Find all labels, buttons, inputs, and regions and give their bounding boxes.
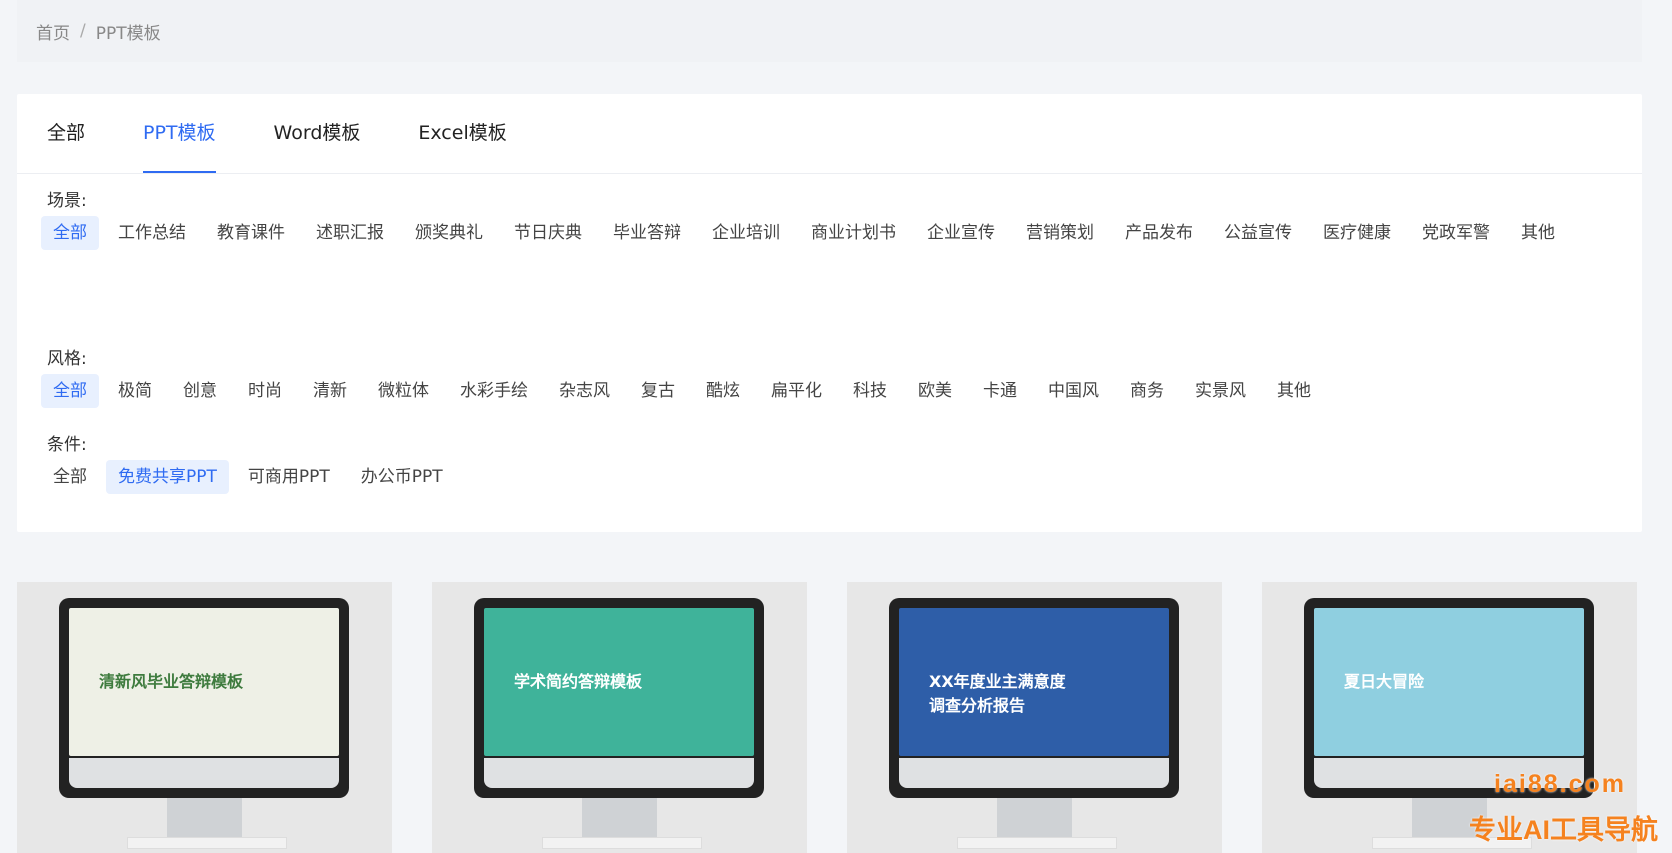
tab-word[interactable]: Word模板 [274,93,361,173]
style-filter-label: 风格: [47,349,87,369]
style-option[interactable]: 实景风 [1183,374,1258,408]
monitor-chin [899,758,1169,788]
style-option[interactable]: 水彩手绘 [448,374,540,408]
template-card[interactable]: 清新风毕业答辩模板 [17,582,392,853]
template-card-list: 清新风毕业答辩模板 学术简约答辩模板 XX年度业主满意度 调查分析报告 夏日大冒险 [17,582,1637,853]
monitor-stand [582,798,657,838]
keyboard-image [127,837,287,849]
scene-option[interactable]: 其他 [1509,216,1567,250]
condition-option[interactable]: 办公币PPT [349,460,455,494]
scene-option[interactable]: 党政军警 [1410,216,1502,250]
scene-filter-label: 场景: [47,191,87,211]
template-preview: XX年度业主满意度 调查分析报告 [899,608,1169,756]
watermark-tagline: 专业AI工具导航 [1469,815,1658,845]
condition-filter-label: 条件: [47,435,87,455]
condition-filter-options: 全部 免费共享PPT 可商用PPT 办公币PPT [41,460,462,494]
monitor-image: 夏日大冒险 [1304,598,1594,798]
style-option[interactable]: 酷炫 [694,374,752,408]
style-option[interactable]: 复古 [629,374,687,408]
template-preview: 学术简约答辩模板 [484,608,754,756]
template-preview: 夏日大冒险 [1314,608,1584,756]
monitor-chin [69,758,339,788]
style-option[interactable]: 清新 [301,374,359,408]
template-type-tabs: 全部 PPT模板 Word模板 Excel模板 [17,94,1642,174]
style-option[interactable]: 时尚 [236,374,294,408]
scene-option[interactable]: 公益宣传 [1212,216,1304,250]
tab-all[interactable]: 全部 [47,93,85,173]
style-option[interactable]: 科技 [841,374,899,408]
template-preview: 清新风毕业答辩模板 [69,608,339,756]
breadcrumb-home[interactable]: 首页 [36,19,70,44]
breadcrumb-separator: / [80,21,86,41]
scene-option[interactable]: 产品发布 [1113,216,1205,250]
scene-option[interactable]: 节日庆典 [502,216,594,250]
condition-option[interactable]: 全部 [41,460,99,494]
template-card[interactable]: XX年度业主满意度 调查分析报告 [847,582,1222,853]
style-filter-options: 全部 极简 创意 时尚 清新 微粒体 水彩手绘 杂志风 复古 酷炫 扁平化 科技 欧美 卡通 中国风 商务 实景… [41,374,1330,408]
scene-filter-options: 全部 工作总结 教育课件 述职汇报 颁奖典礼 节日庆典 毕业答辩 企业培训 商业计划书 企业宣传营… [41,216,1601,250]
template-preview-title: 学术简约答辩模板 [514,672,643,691]
style-option[interactable]: 微粒体 [366,374,441,408]
scene-option[interactable]: 商业计划书 [799,216,908,250]
scene-option[interactable]: 工作总结 [106,216,198,250]
style-option[interactable]: 卡通 [971,374,1029,408]
template-preview-title: XX年度业主满意度 调查分析报告 [929,672,1066,715]
monitor-image: 清新风毕业答辩模板 [59,598,349,798]
style-option[interactable]: 全部 [41,374,99,408]
template-preview-title: 夏日大冒险 [1344,672,1425,691]
style-option[interactable]: 扁平化 [759,374,834,408]
template-card[interactable]: 学术简约答辩模板 [432,582,807,853]
keyboard-image [957,837,1117,849]
monitor-stand [167,798,242,838]
condition-option[interactable]: 可商用PPT [236,460,342,494]
scene-option[interactable]: 颁奖典礼 [403,216,495,250]
scene-option[interactable]: 教育课件 [205,216,297,250]
template-preview-title: 清新风毕业答辩模板 [99,672,244,691]
breadcrumb-current: PPT模板 [95,23,161,44]
scene-option[interactable]: 医疗健康 [1311,216,1403,250]
style-option[interactable]: 创意 [171,374,229,408]
scene-option[interactable]: 企业培训 [700,216,792,250]
style-option[interactable]: 欧美 [906,374,964,408]
scene-option[interactable]: 述职汇报 [304,216,396,250]
style-option[interactable]: 极简 [106,374,164,408]
condition-option[interactable]: 免费共享PPT [106,460,229,494]
watermark-domain: iai88.com [1494,770,1626,798]
scene-option[interactable]: 营销策划 [1014,216,1106,250]
monitor-stand [997,798,1072,838]
scene-option[interactable]: 企业宣传 [915,216,1007,250]
monitor-image: XX年度业主满意度 调查分析报告 [889,598,1179,798]
style-option[interactable]: 商务 [1118,374,1176,408]
tab-ppt[interactable]: PPT模板 [143,93,216,173]
breadcrumb: 首页 / PPT模板 [17,0,1642,62]
style-option[interactable]: 其他 [1265,374,1323,408]
style-option[interactable]: 杂志风 [547,374,622,408]
keyboard-image [542,837,702,849]
filter-panel: 全部 PPT模板 Word模板 Excel模板 场景: 全部 工作总结 教育课件 述职… [17,94,1642,532]
monitor-image: 学术简约答辩模板 [474,598,764,798]
tab-excel[interactable]: Excel模板 [418,93,506,173]
monitor-chin [484,758,754,788]
scene-option[interactable]: 毕业答辩 [601,216,693,250]
scene-option[interactable]: 全部 [41,216,99,250]
style-option[interactable]: 中国风 [1036,374,1111,408]
